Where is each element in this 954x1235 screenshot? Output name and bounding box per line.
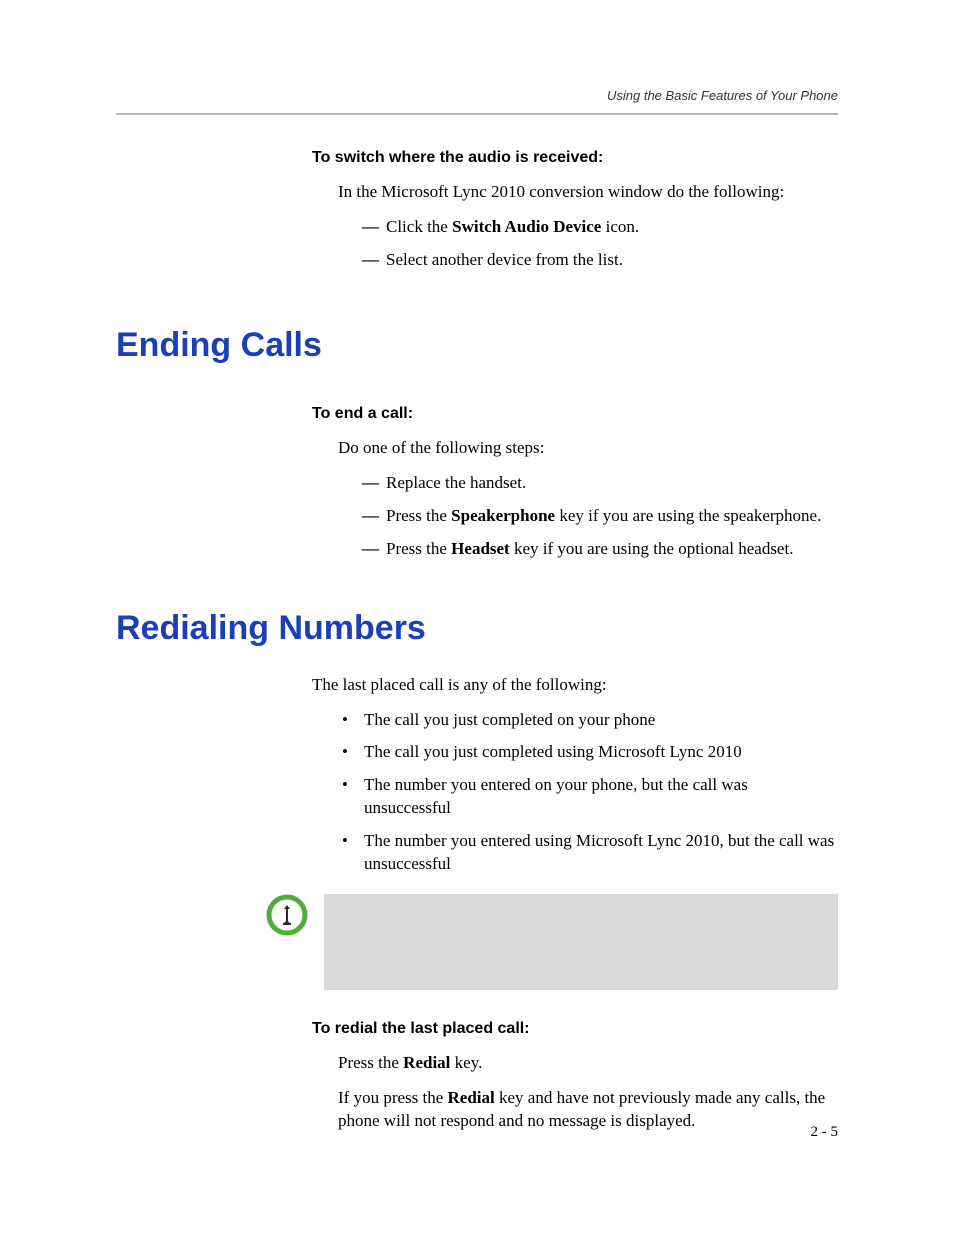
intro-switch-audio: In the Microsoft Lync 2010 conversion wi… (338, 181, 838, 204)
procedure-title-redial: To redial the last placed call: (312, 1020, 838, 1038)
page-number: 2 - 5 (811, 1124, 839, 1141)
tip-icon (266, 894, 308, 936)
bold-term: Switch Audio Device (452, 217, 601, 236)
procedure-title-switch-audio: To switch where the audio is received: (312, 149, 838, 167)
text-fragment: key if you are using the optional headse… (510, 539, 794, 558)
list-item: Press the Headset key if you are using t… (362, 538, 838, 561)
tip-row (116, 894, 838, 990)
list-item: Press the Speakerphone key if you are us… (362, 505, 838, 528)
text-fragment: If you press the (338, 1088, 448, 1107)
list-item: The number you entered using Microsoft L… (342, 830, 838, 876)
section-heading-redialing: Redialing Numbers (116, 609, 838, 648)
intro-redial: The last placed call is any of the follo… (312, 674, 838, 697)
bold-term: Speakerphone (451, 506, 555, 525)
list-item: Replace the handset. (362, 472, 838, 495)
procedure-title-end-call: To end a call: (312, 405, 838, 423)
bold-term: Redial (403, 1053, 450, 1072)
list-item: Click the Switch Audio Device icon. (362, 216, 838, 239)
redial-step: Press the Redial key. (338, 1052, 838, 1075)
list-item: Select another device from the list. (362, 249, 838, 272)
bold-term: Redial (448, 1088, 495, 1107)
tip-box (324, 894, 838, 990)
running-header: Using the Basic Features of Your Phone (116, 88, 838, 115)
text-fragment: Press the (386, 539, 451, 558)
list-item: The number you entered on your phone, bu… (342, 774, 838, 820)
list-item: The call you just completed using Micros… (342, 741, 838, 764)
text-fragment: key. (450, 1053, 482, 1072)
text-fragment: Press the (338, 1053, 403, 1072)
intro-end-call: Do one of the following steps: (338, 437, 838, 460)
text-fragment: key if you are using the speakerphone. (555, 506, 821, 525)
bold-term: Headset (451, 539, 510, 558)
text-fragment: Press the (386, 506, 451, 525)
section-heading-ending-calls: Ending Calls (116, 326, 838, 365)
list-item: The call you just completed on your phon… (342, 709, 838, 732)
text-fragment: Click the (386, 217, 452, 236)
redial-note: If you press the Redial key and have not… (338, 1087, 838, 1133)
text-fragment: icon. (601, 217, 639, 236)
